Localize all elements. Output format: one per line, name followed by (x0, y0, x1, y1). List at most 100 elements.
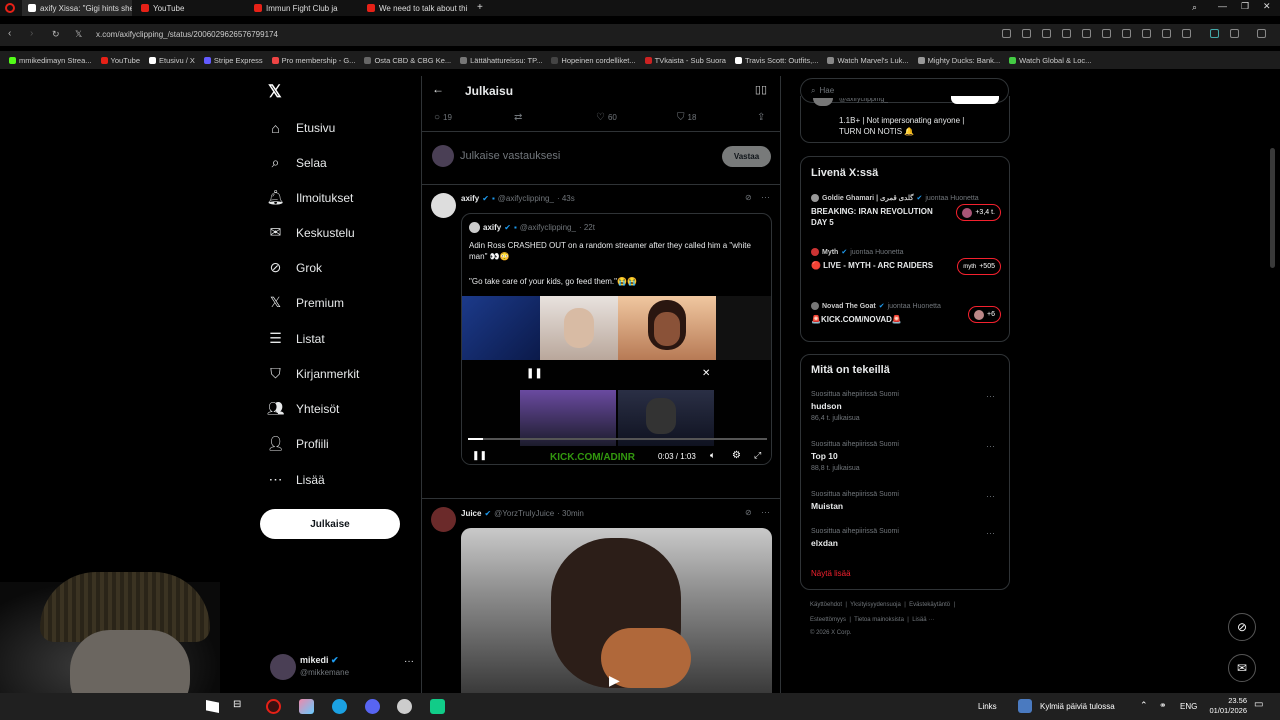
bookmark-item[interactable]: Mighty Ducks: Bank... (917, 56, 1000, 65)
scrollbar[interactable] (1270, 148, 1275, 268)
bookmark-item[interactable]: Pro membership - G... (271, 56, 355, 65)
extension-icon[interactable] (1002, 29, 1011, 38)
app-icon[interactable] (397, 699, 412, 714)
quoted-tweet[interactable]: axify ✔ ▪ @axifyclipping_ · 22t Adin Ros… (461, 213, 772, 465)
play-pause-icon[interactable]: ❚❚ (472, 450, 487, 461)
more-icon[interactable]: ··· (404, 656, 414, 667)
tab-1[interactable]: YouTube (135, 0, 245, 16)
maximize-icon[interactable]: ❐ (1241, 1, 1249, 12)
fullscreen-icon[interactable]: ⤢ (754, 450, 761, 461)
links-toolbar[interactable]: Links (978, 702, 997, 711)
trend-item[interactable]: Suosittua aihepiirissä Suomi hudson 86,4… (811, 391, 1001, 422)
nav-more[interactable]: ⋯ Lisää (268, 471, 325, 487)
tweet-author[interactable]: axify (461, 194, 479, 203)
bookmark-action[interactable]: ⛉ 18 (677, 112, 696, 123)
play-icon[interactable] (1102, 29, 1111, 38)
nav-messages[interactable]: ✉ Keskustelu (268, 224, 355, 240)
bookmark-item[interactable]: Hopeinen cordelliket... (551, 56, 636, 65)
live-item[interactable]: Goldie Ghamari | گلدی قمری ✔ juontaa Huone… (811, 194, 1001, 228)
bookmark-item[interactable]: Osta CBD & CBG Ke... (364, 56, 451, 65)
bookmark-item[interactable]: Stripe Express (203, 56, 263, 65)
app-icon[interactable] (299, 699, 314, 714)
extension-icon[interactable] (1230, 29, 1239, 38)
bookmark-item[interactable]: Travis Scott: Outfits,... (734, 56, 818, 65)
tab-3[interactable]: We need to talk about thi (361, 0, 471, 16)
camera-icon[interactable] (1042, 29, 1051, 38)
trend-item[interactable]: Suosittua aihepiirissä Suomi Muistan ··· (811, 491, 1001, 511)
more-icon[interactable]: ··· (986, 441, 995, 451)
account-switcher[interactable]: mikedi ✔ @mikkemane ··· (270, 652, 420, 686)
bookmark-item[interactable]: YouTube (100, 56, 140, 65)
extension-icon[interactable] (1022, 29, 1031, 38)
live-item[interactable]: Novad The Goat ✔ juontaa Huonetta 🚨KICK.CO… (811, 302, 1001, 325)
post-button[interactable]: Julkaise (260, 509, 400, 539)
video-thumbnail[interactable]: ▶ (461, 528, 772, 693)
reply-input[interactable]: Julkaise vastauksesi (460, 150, 560, 162)
more-icon[interactable]: ··· (986, 391, 995, 401)
more-icon[interactable]: ··· (986, 491, 995, 501)
forward-icon[interactable]: › (30, 28, 33, 39)
grok-icon[interactable]: ⊘ (745, 193, 752, 202)
task-view-icon[interactable]: ⊟ (233, 699, 241, 710)
video-player[interactable]: ❚❚ ✕ ❚❚ KICK.COM/ADINR 0:03 / 1:03 🔈︎ ⚙ … (462, 296, 771, 464)
new-tab-icon[interactable]: + (477, 2, 483, 13)
profile-icon[interactable] (1182, 29, 1191, 38)
download-icon[interactable] (1142, 29, 1151, 38)
chevron-up-icon[interactable]: ⌃ (1140, 700, 1148, 711)
tab-2[interactable]: Immun Fight Club ja (248, 0, 358, 16)
tweet[interactable]: axify ✔ ▪ @axifyclipping_ · 43s ⊘ ··· ax… (422, 184, 781, 564)
show-more-link[interactable]: Näytä lisää (811, 569, 851, 578)
nav-premium[interactable]: 𝕏 Premium (268, 294, 344, 310)
like-action[interactable]: ♡ 60 (596, 112, 617, 123)
reload-icon[interactable]: ↻ (52, 29, 60, 40)
network-icon[interactable]: ⚭ (1159, 700, 1167, 711)
taskbar-clock[interactable]: 23.56 01/01/2026 (1203, 696, 1247, 716)
nav-lists[interactable]: ☰ Listat (268, 330, 324, 346)
more-icon[interactable]: ··· (761, 507, 770, 517)
heart-icon[interactable] (1122, 29, 1131, 38)
close-icon[interactable]: ✕ (1263, 1, 1271, 12)
grok-float-button[interactable]: ⊘ (1228, 613, 1256, 641)
nav-notifications[interactable]: 🔔︎ Ilmoitukset (267, 189, 354, 205)
bookmark-item[interactable]: TVkaista - Sub Suora (644, 56, 726, 65)
back-icon[interactable]: ‹ (8, 28, 11, 39)
back-arrow-icon[interactable]: ← (432, 82, 444, 96)
reply-button[interactable]: Vastaa (722, 146, 771, 167)
bookmark-item[interactable]: Watch Marvel's Luk... (827, 56, 909, 65)
more-icon[interactable]: ··· (986, 528, 995, 538)
nav-explore[interactable]: ⌕ Selaa (268, 154, 327, 170)
settings-icon[interactable]: ⚙ (732, 450, 741, 461)
bookmark-item[interactable]: Etusivu / X (149, 56, 195, 65)
reader-icon[interactable]: ▯▯ (755, 83, 767, 96)
share-action[interactable]: ⇪ (757, 112, 765, 123)
notifications-icon[interactable]: ▭ (1254, 699, 1263, 710)
grok-icon[interactable]: ⊘ (745, 508, 752, 517)
url-field[interactable]: x.com/axifyclipping_/status/200602962657… (96, 30, 278, 39)
follow-button[interactable] (951, 96, 999, 104)
extension-icon[interactable] (1082, 29, 1091, 38)
language-indicator[interactable]: ENG (1180, 702, 1197, 711)
volume-icon[interactable]: 🔈︎ (710, 450, 715, 461)
x-logo-icon[interactable]: 𝕏 (268, 82, 282, 102)
tweet-author[interactable]: Juice (461, 509, 481, 518)
ai-icon[interactable] (1257, 29, 1266, 38)
nav-bookmarks[interactable]: ⛉ Kirjanmerkit (268, 365, 359, 381)
nav-home[interactable]: ⌂ Etusivu (268, 120, 335, 136)
bookmark-item[interactable]: Watch Global & Loc... (1009, 56, 1091, 65)
nav-profile[interactable]: 👤︎ Profiili (267, 435, 329, 451)
play-icon[interactable]: ▶ (609, 672, 620, 689)
messages-float-button[interactable]: ✉ (1228, 654, 1256, 682)
close-icon[interactable]: ✕ (702, 368, 710, 379)
repost-action[interactable]: ⇄ (514, 112, 522, 123)
edge-icon[interactable] (332, 699, 347, 714)
browser-logo-icon[interactable] (5, 3, 15, 13)
tab-0[interactable]: axify Xissa: "Gigi hints she (22, 0, 132, 16)
weather-icon[interactable] (1018, 699, 1032, 713)
extension-icon[interactable] (1210, 29, 1219, 38)
reply-action[interactable]: ○ 19 (434, 112, 452, 123)
menu-icon[interactable] (1162, 29, 1171, 38)
nav-communities[interactable]: 👥︎ Yhteisöt (267, 400, 340, 416)
discord-icon[interactable] (365, 699, 380, 714)
live-item[interactable]: Myth ✔ juontaa Huonetta 🔴 LIVE - MYTH - AR… (811, 248, 1001, 275)
video-progress-track[interactable] (468, 438, 767, 440)
